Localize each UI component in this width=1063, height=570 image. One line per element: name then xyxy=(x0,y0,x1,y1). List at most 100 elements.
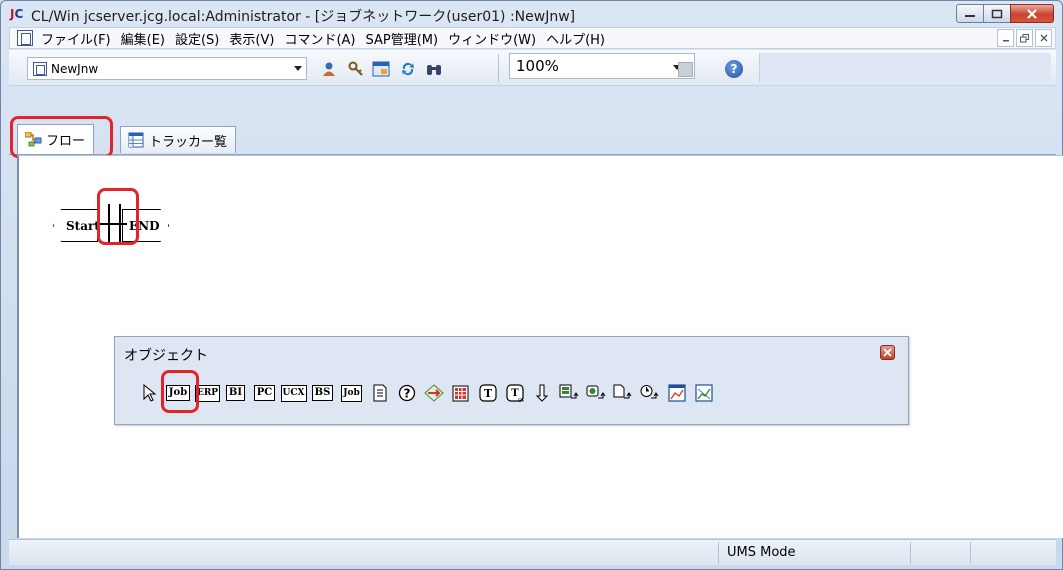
ucx-tool[interactable]: UCX xyxy=(280,380,307,407)
ucx-icon: UCX xyxy=(280,384,307,402)
pc-tool[interactable]: PC xyxy=(251,380,278,407)
highlight-box-tab xyxy=(10,116,113,158)
menu-edit[interactable]: 編集(E) xyxy=(119,29,173,48)
text-box-icon: T xyxy=(478,384,497,402)
title-bar[interactable]: JC CL/Win jcserver.jcg.local:Administrat… xyxy=(1,1,1062,27)
network-select-value: NewJnw xyxy=(51,61,99,76)
question-icon: ? xyxy=(398,384,415,402)
bs-icon: BS xyxy=(311,385,334,401)
bi-tool[interactable]: BI xyxy=(222,380,249,407)
minimize-button[interactable] xyxy=(956,4,984,23)
sub-job-icon: Job xyxy=(341,384,362,402)
highlight-box-job xyxy=(161,370,199,413)
tracker-list-icon xyxy=(127,132,145,148)
down-arrow-tool[interactable] xyxy=(529,380,554,407)
text-or-icon: TOR xyxy=(505,383,524,403)
object-palette: オブジェクト Job ERP BI PC UCX BS Job ? T T OR xyxy=(114,336,909,425)
close-icon xyxy=(1040,34,1047,42)
menu-view[interactable]: 表示(V) xyxy=(227,29,282,48)
menu-command[interactable]: コマンド(A) xyxy=(282,29,363,48)
document-icon xyxy=(373,384,386,402)
tab-tracker-label: トラッカー覧 xyxy=(149,134,228,150)
svg-text:?: ? xyxy=(403,387,410,401)
toolbar: NewJnw 100% ? xyxy=(9,50,1056,86)
zoom-select[interactable]: 100% xyxy=(509,53,695,79)
branch-icon xyxy=(423,384,444,402)
binoculars-icon[interactable] xyxy=(425,60,443,78)
document-icon[interactable] xyxy=(17,30,33,46)
status-bar: UMS Mode xyxy=(9,539,1056,565)
maximize-button[interactable] xyxy=(983,4,1011,23)
job-bind-tool[interactable] xyxy=(583,380,608,407)
status-mode: UMS Mode xyxy=(719,542,911,564)
close-button[interactable] xyxy=(1010,4,1054,23)
chevron-down-icon[interactable] xyxy=(294,66,302,71)
window-title: CL/Win jcserver.jcg.local:Administrator … xyxy=(31,9,576,25)
pointer-icon xyxy=(143,384,156,402)
mdi-restore-button[interactable] xyxy=(1016,29,1033,47)
toolbar-separator xyxy=(498,54,499,82)
job-branch-icon xyxy=(559,384,578,399)
network-select[interactable]: NewJnw xyxy=(27,57,307,80)
restore-icon xyxy=(1020,33,1029,42)
file-wait-tool[interactable] xyxy=(610,380,635,407)
document-tool[interactable] xyxy=(367,380,392,407)
file-wait-icon xyxy=(613,384,631,399)
text-tool[interactable]: T xyxy=(475,380,500,407)
job-sub-tool[interactable]: Job xyxy=(338,380,365,407)
palette-toolbar: Job ERP BI PC UCX BS Job ? T T OR xyxy=(136,374,899,412)
calendar-icon xyxy=(452,385,469,401)
job-branch-tool[interactable] xyxy=(556,380,581,407)
maximize-icon xyxy=(991,9,1003,18)
menu-window[interactable]: ウィンドウ(W) xyxy=(446,29,544,48)
calendar-tool[interactable] xyxy=(448,380,473,407)
start-label: Start xyxy=(66,218,100,233)
palette-close-button[interactable] xyxy=(880,345,895,360)
app-logo: JC xyxy=(10,7,24,21)
bs-tool[interactable]: BS xyxy=(309,380,336,407)
menu-bar: ファイル(F) 編集(E) 設定(S) 表示(V) コマンド(A) SAP管理(… xyxy=(9,27,1056,49)
color-box-icon[interactable] xyxy=(678,62,693,77)
pointer-tool[interactable] xyxy=(136,380,161,407)
svg-text:OR: OR xyxy=(518,398,524,403)
start-node[interactable]: Start xyxy=(53,209,98,242)
chart-tool[interactable] xyxy=(664,380,689,407)
status-cell-empty xyxy=(911,542,971,564)
branch-tool[interactable] xyxy=(421,380,446,407)
document-icon xyxy=(33,61,47,76)
arrow-down-icon xyxy=(535,384,548,402)
refresh-icon[interactable] xyxy=(399,60,417,78)
key-icon[interactable] xyxy=(347,60,365,78)
graph-window-icon xyxy=(694,384,713,402)
tab-tracker-list[interactable]: トラッカー覧 xyxy=(120,126,237,153)
status-cell-main xyxy=(9,542,719,564)
app-window: JC CL/Win jcserver.jcg.local:Administrat… xyxy=(0,0,1063,570)
bi-icon: BI xyxy=(225,385,246,401)
menu-help[interactable]: ヘルプ(H) xyxy=(544,29,613,48)
mdi-minimize-button[interactable] xyxy=(997,29,1014,47)
highlight-box-connector xyxy=(97,188,139,245)
chart-window-icon xyxy=(667,384,686,402)
minimize-icon xyxy=(1002,40,1009,42)
zoom-value: 100% xyxy=(516,57,559,75)
graph-tool[interactable] xyxy=(691,380,716,407)
job-bind-icon xyxy=(586,385,605,399)
menu-settings[interactable]: 設定(S) xyxy=(173,29,227,48)
toolbar-empty-area xyxy=(759,53,1051,82)
help-icon[interactable]: ? xyxy=(725,60,743,78)
window-icon[interactable] xyxy=(372,60,390,78)
menu-sap[interactable]: SAP管理(M) xyxy=(363,29,446,48)
question-tool[interactable]: ? xyxy=(394,380,419,407)
time-wait-tool[interactable] xyxy=(637,380,662,407)
tab-strip: フロー トラッカー覧 xyxy=(9,118,1056,158)
close-icon xyxy=(883,348,892,357)
text-or-tool[interactable]: T OR xyxy=(502,380,527,407)
svg-text:T: T xyxy=(483,387,492,400)
palette-title: オブジェクト xyxy=(124,348,208,364)
resize-grip[interactable] xyxy=(971,542,1056,564)
user-icon[interactable] xyxy=(320,60,338,78)
mdi-close-button[interactable] xyxy=(1035,29,1052,47)
pc-icon: PC xyxy=(253,385,276,401)
menu-file[interactable]: ファイル(F) xyxy=(39,29,119,48)
close-icon xyxy=(1027,8,1037,19)
